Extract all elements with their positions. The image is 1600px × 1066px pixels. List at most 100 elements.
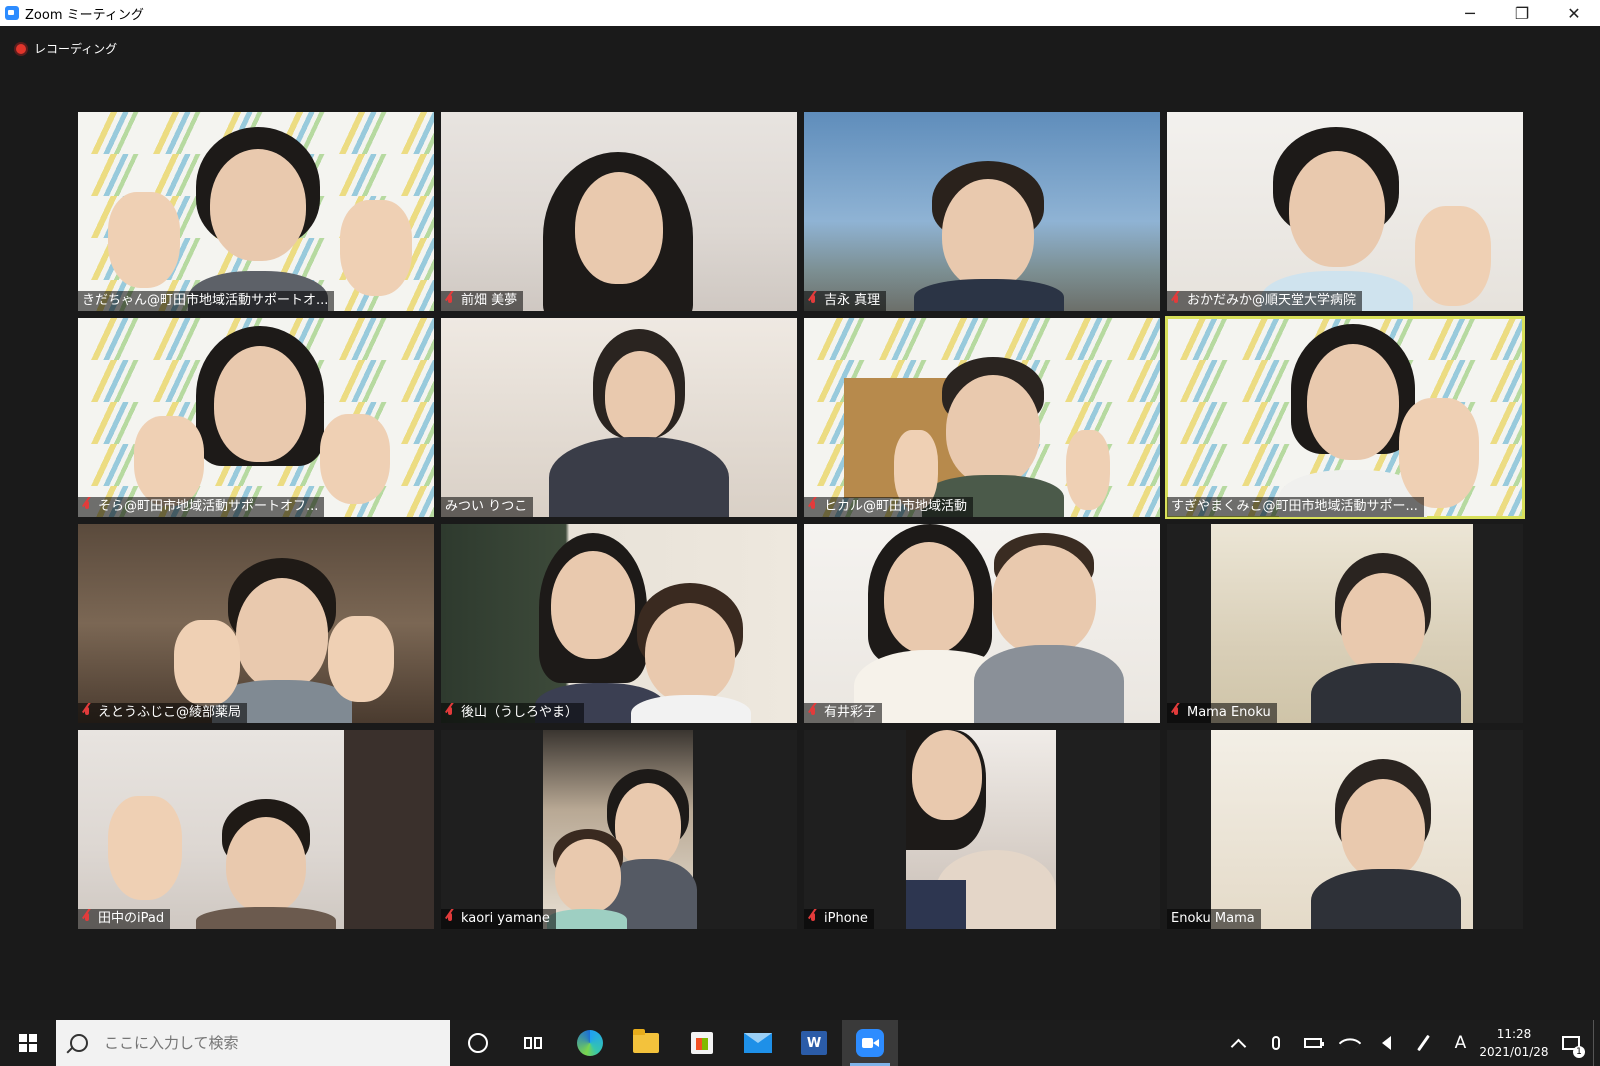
participant-name: Enoku Mama [1171,911,1255,926]
muted-mic-icon [808,294,818,308]
muted-mic-icon [808,500,818,514]
window-controls: ─ ❐ ✕ [1444,0,1600,26]
recording-label: レコーディング [34,42,118,56]
muted-mic-icon [445,912,455,926]
participant-video-tile[interactable]: きだちゃん@町田市地域活動サポートオ... [78,112,434,311]
participant-name: おかだみか@順天堂大学病院 [1187,293,1357,308]
close-button[interactable]: ✕ [1548,0,1600,26]
participant-video-tile[interactable]: kaori yamane [441,730,797,929]
recording-indicator[interactable]: レコーディング [16,40,117,57]
taskbar-clock[interactable]: 11:28 2021/01/28 [1479,1020,1549,1066]
file-explorer-taskbar-button[interactable] [618,1020,674,1066]
taskbar-search-box[interactable] [56,1020,450,1066]
participant-name-tag: すぎやまくみこ@町田市地域活動サポー... [1167,497,1424,517]
cortana-button[interactable] [450,1020,506,1066]
pen-workspace-button[interactable] [1405,1020,1442,1066]
minimize-button[interactable]: ─ [1444,0,1496,26]
participant-video-tile[interactable]: iPhone [804,730,1160,929]
mail-taskbar-button[interactable] [730,1020,786,1066]
participant-video-tile[interactable]: ヒカル@町田市地域活動 [804,318,1160,517]
zoom-icon [856,1029,884,1057]
microphone-icon [1271,1036,1280,1050]
muted-mic-icon [82,912,92,926]
muted-mic-icon [1171,294,1181,308]
muted-mic-icon [808,912,818,926]
window-title: Zoom ミーティング [25,7,144,23]
participant-video-tile[interactable]: 田中のiPad [78,730,434,929]
speaker-icon [1382,1036,1391,1050]
clock-date: 2021/01/28 [1479,1045,1549,1059]
participant-name-tag: 前畑 美夢 [441,291,524,311]
microphone-tray-button[interactable] [1257,1020,1294,1066]
participant-name-tag: えとうふじこ@綾部薬局 [78,703,248,723]
wifi-icon [1338,1031,1361,1055]
participant-name: ヒカル@町田市地域活動 [824,499,968,514]
zoom-app-icon [5,6,19,20]
participant-name-tag: ヒカル@町田市地域活動 [804,497,974,517]
cortana-circle-icon [468,1033,488,1053]
notification-count-badge: 1 [1573,1046,1585,1058]
edge-browser-icon [577,1030,603,1056]
participant-video-tile[interactable]: そら@町田市地域活動サポートオフ... [78,318,434,517]
windows-taskbar: W A 11:28 2021/01/28 1 [0,1020,1600,1066]
participant-name: 後山（うしろやま） [461,705,579,720]
task-view-button[interactable] [506,1020,562,1066]
window-titlebar: Zoom ミーティング ─ ❐ ✕ [0,0,1600,26]
participant-name: Mama Enoku [1187,705,1271,720]
muted-mic-icon [808,706,818,720]
mail-icon [744,1033,772,1053]
participant-name-tag: 後山（うしろやま） [441,703,585,723]
battery-icon [1303,1038,1324,1048]
pen-icon [1417,1034,1430,1052]
task-view-icon [524,1035,544,1051]
participant-video-tile[interactable]: おかだみか@順天堂大学病院 [1167,112,1523,311]
participant-video-tile[interactable]: 前畑 美夢 [441,112,797,311]
participant-name: 前畑 美夢 [461,293,518,308]
participant-name: 田中のiPad [98,911,165,926]
participant-video-tile[interactable]: みつい りつこ [441,318,797,517]
recording-dot-icon [16,43,26,54]
participant-name-tag: おかだみか@順天堂大学病院 [1167,291,1363,311]
participant-video-tile[interactable]: 後山（うしろやま） [441,524,797,723]
ime-mode-button[interactable]: A [1442,1020,1479,1066]
action-center-button[interactable]: 1 [1549,1020,1593,1066]
microsoft-store-icon [691,1032,713,1054]
meeting-area: レコーディング きだちゃん@町田市地域活動サポートオ... 前畑 美夢 吉永 真… [0,26,1600,1020]
participant-video-tile[interactable]: えとうふじこ@綾部薬局 [78,524,434,723]
participant-name-tag: そら@町田市地域活動サポートオフ... [78,497,325,517]
participant-name-tag: 田中のiPad [78,909,171,929]
participant-video-tile[interactable]: Enoku Mama [1167,730,1523,929]
start-button[interactable] [0,1020,56,1066]
word-taskbar-button[interactable]: W [786,1020,842,1066]
restore-button[interactable]: ❐ [1496,0,1548,26]
participant-name-tag: 有井彩子 [804,703,883,723]
network-tray-button[interactable] [1331,1020,1368,1066]
participant-name: iPhone [824,911,868,926]
muted-mic-icon [82,706,92,720]
participant-name: えとうふじこ@綾部薬局 [98,705,242,720]
edge-taskbar-button[interactable] [562,1020,618,1066]
participant-video-tile[interactable]: 吉永 真理 [804,112,1160,311]
participant-name: 吉永 真理 [824,293,881,308]
show-hidden-icons-button[interactable] [1220,1020,1257,1066]
participant-video-tile[interactable]: Mama Enoku [1167,524,1523,723]
search-input[interactable] [102,1033,406,1053]
participant-name-tag: Enoku Mama [1167,909,1261,929]
show-desktop-button[interactable] [1593,1020,1600,1066]
store-taskbar-button[interactable] [674,1020,730,1066]
participant-name: すぎやまくみこ@町田市地域活動サポー... [1171,499,1418,514]
participant-name-tag: Mama Enoku [1167,703,1277,723]
participant-name: みつい りつこ [445,499,528,514]
active-speaker-video-tile[interactable]: すぎやまくみこ@町田市地域活動サポー... [1165,316,1525,519]
participant-video-tile[interactable]: 有井彩子 [804,524,1160,723]
participant-name: 有井彩子 [824,705,877,720]
volume-tray-button[interactable] [1368,1020,1405,1066]
clock-time: 11:28 [1496,1027,1532,1041]
zoom-taskbar-button[interactable] [842,1020,898,1066]
battery-tray-button[interactable] [1294,1020,1331,1066]
participant-name-tag: みつい りつこ [441,497,534,517]
muted-mic-icon [1171,706,1181,720]
windows-logo-icon [19,1034,37,1052]
system-tray: A 11:28 2021/01/28 1 [1220,1020,1600,1066]
participant-name: きだちゃん@町田市地域活動サポートオ... [82,293,329,308]
